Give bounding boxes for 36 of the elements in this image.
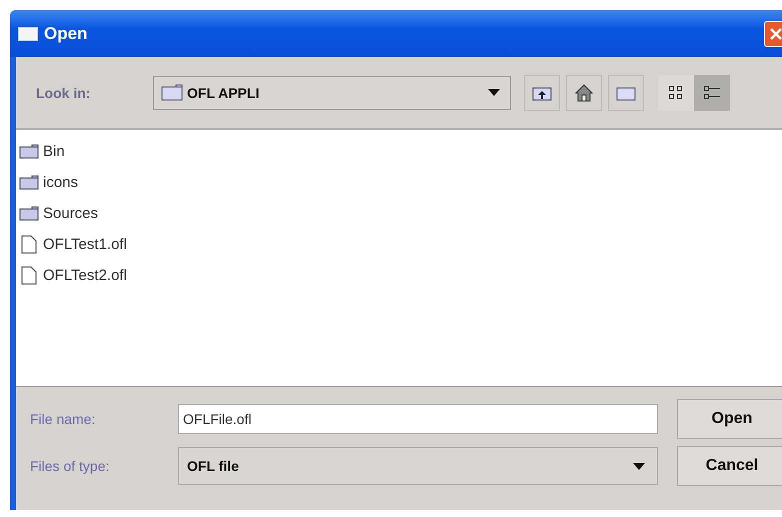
home-button[interactable] [566, 74, 602, 110]
window-icon [18, 26, 38, 40]
open-button[interactable]: Open [677, 399, 782, 439]
folder-icon [19, 144, 39, 159]
file-name-label: File name: [30, 411, 96, 427]
up-folder-icon [532, 84, 552, 100]
close-icon [769, 26, 782, 40]
list-view-button[interactable] [658, 74, 694, 110]
document-icon [19, 235, 39, 254]
folder-item[interactable]: Bin [19, 136, 782, 167]
look-in-label: Look in: [36, 84, 92, 100]
folder-icon [161, 84, 183, 101]
folder-item[interactable]: Sources [19, 198, 782, 229]
folder-icon [616, 84, 636, 100]
new-folder-button[interactable] [608, 74, 644, 110]
file-item[interactable]: OFLTest2.ofl [19, 260, 782, 291]
caret-icon [633, 462, 645, 470]
details-view-icon [703, 84, 721, 100]
home-icon [575, 84, 593, 102]
up-folder-button[interactable] [524, 74, 560, 110]
list-view-icon [668, 84, 684, 100]
folder-icon [19, 175, 39, 190]
document-icon [19, 266, 39, 285]
file-name-field[interactable]: OFLFile.ofl [178, 404, 658, 434]
folder-icon [19, 206, 39, 221]
caret-icon [488, 89, 500, 96]
close-button[interactable] [764, 20, 782, 46]
cancel-button[interactable]: Cancel [677, 446, 782, 486]
look-in-dropdown[interactable]: OFL APPLI [153, 76, 511, 110]
look-in-value: OFL APPLI [187, 84, 260, 100]
file-type-dropdown[interactable]: OFL file [178, 447, 658, 485]
window-title: Open [44, 24, 88, 44]
file-type-label: Files of type: [30, 458, 110, 474]
folder-item[interactable]: icons [19, 167, 782, 198]
details-view-button[interactable] [694, 74, 730, 110]
file-item[interactable]: OFLTest1.ofl [19, 229, 782, 260]
